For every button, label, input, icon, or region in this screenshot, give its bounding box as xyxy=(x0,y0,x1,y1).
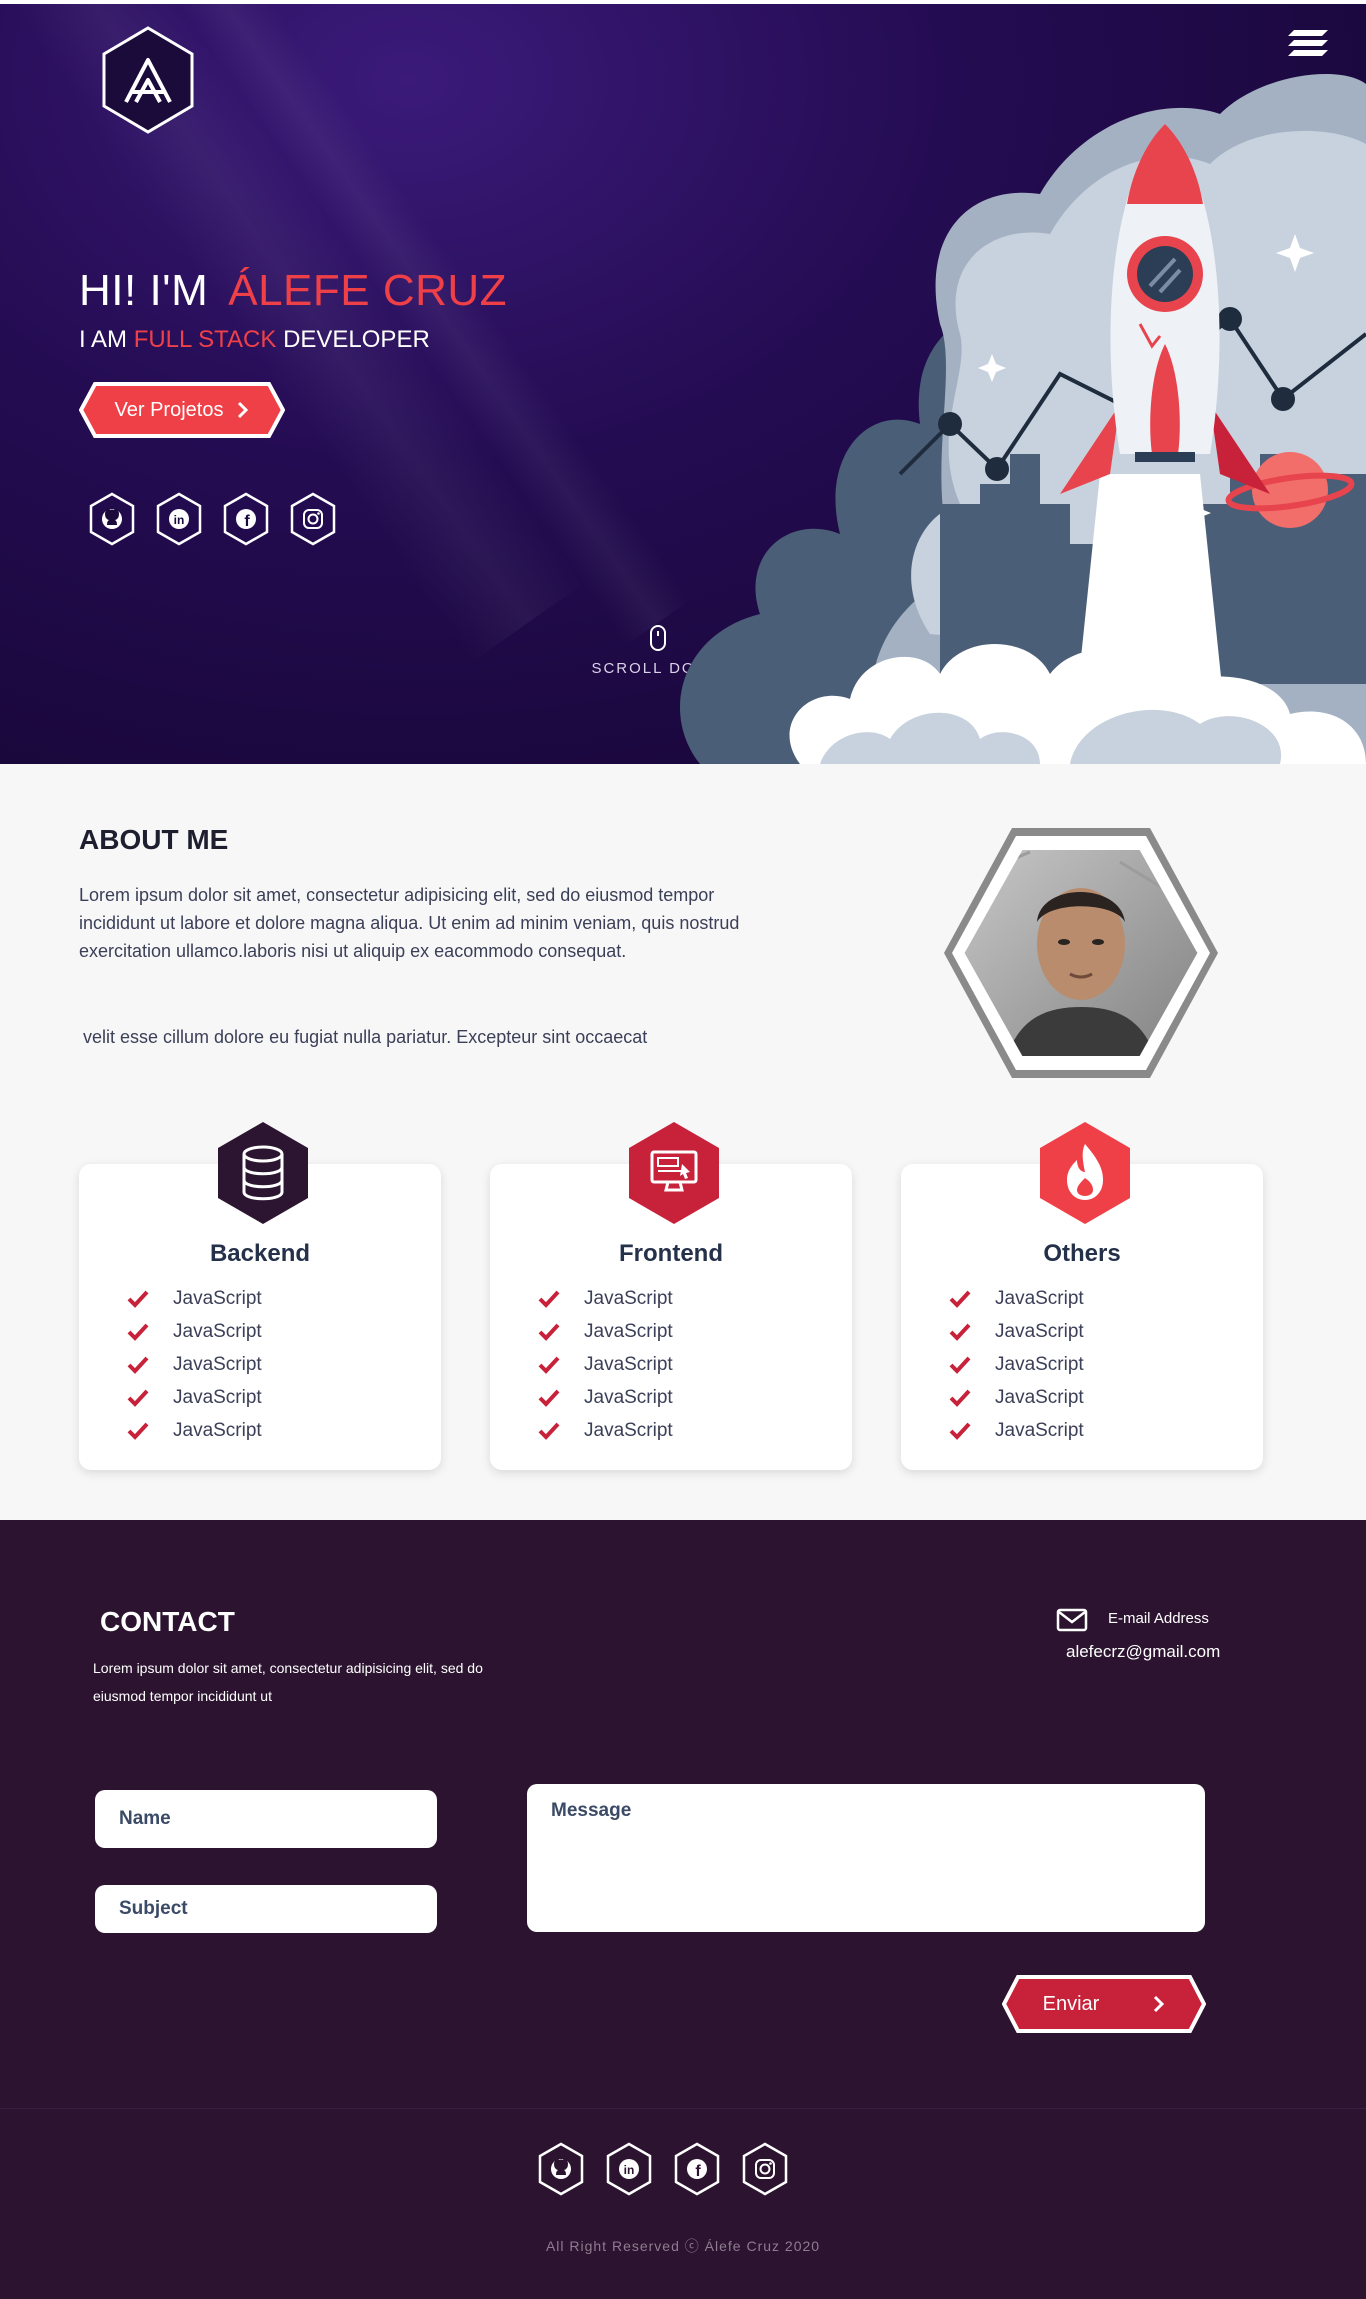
chevron-right-icon xyxy=(1154,1995,1165,2013)
linkedin-icon[interactable]: in xyxy=(605,2142,653,2196)
message-textarea[interactable] xyxy=(527,1784,1205,1932)
skill-item: JavaScript xyxy=(538,1381,673,1414)
send-button[interactable]: Enviar xyxy=(1002,1975,1206,2033)
check-icon xyxy=(538,1389,560,1407)
footer-divider xyxy=(0,2108,1366,2109)
skill-list: JavaScript JavaScript JavaScript JavaScr… xyxy=(127,1282,262,1447)
skill-list: JavaScript JavaScript JavaScript JavaScr… xyxy=(538,1282,673,1447)
social-links-hero: in f xyxy=(88,492,337,546)
skill-card-frontend: Frontend JavaScript JavaScript JavaScrip… xyxy=(490,1122,852,1470)
email-label: E-mail Address xyxy=(1108,1610,1209,1627)
hero-sub-suffix: DEVELOPER xyxy=(283,326,430,353)
instagram-icon[interactable] xyxy=(741,2142,789,2196)
skill-item: JavaScript xyxy=(127,1282,262,1315)
skill-item: JavaScript xyxy=(538,1282,673,1315)
svg-text:f: f xyxy=(695,2163,701,2180)
check-icon xyxy=(538,1356,560,1374)
check-icon xyxy=(949,1356,971,1374)
view-projects-button[interactable]: Ver Projetos xyxy=(79,382,285,438)
skill-item: JavaScript xyxy=(949,1348,1084,1381)
hero-greeting: HI! I'M xyxy=(79,266,209,315)
github-icon[interactable] xyxy=(537,2142,585,2196)
skill-card-backend: Backend JavaScript JavaScript JavaScript… xyxy=(79,1122,441,1470)
hero-name: ÁLEFE CRUZ xyxy=(228,266,508,315)
skill-item: JavaScript xyxy=(949,1282,1084,1315)
check-icon xyxy=(949,1422,971,1440)
about-paragraph-1: Lorem ipsum dolor sit amet, consectetur … xyxy=(79,885,740,961)
check-icon xyxy=(949,1389,971,1407)
check-icon xyxy=(538,1422,560,1440)
check-icon xyxy=(127,1356,149,1374)
skill-item: JavaScript xyxy=(949,1315,1084,1348)
contact-title: CONTACT xyxy=(100,1606,235,1637)
check-icon xyxy=(127,1290,149,1308)
monitor-icon xyxy=(629,1122,719,1224)
mail-icon xyxy=(1056,1608,1088,1632)
hero-section: HI! I'M ÁLEFE CRUZ I AM FULL STACK DEVELO… xyxy=(0,4,1366,764)
skill-item: JavaScript xyxy=(538,1315,673,1348)
skill-item: JavaScript xyxy=(538,1414,673,1447)
hero-subtitle: I AM FULL STACK DEVELOPER xyxy=(79,326,430,354)
check-icon xyxy=(127,1422,149,1440)
github-icon[interactable] xyxy=(88,492,136,546)
skill-item: JavaScript xyxy=(538,1348,673,1381)
about-paragraph-2: velit esse cillum dolore eu fugiat nulla… xyxy=(83,1027,648,1047)
svg-text:f: f xyxy=(244,513,250,530)
instagram-icon[interactable] xyxy=(289,492,337,546)
check-icon xyxy=(949,1323,971,1341)
fire-icon xyxy=(1040,1122,1130,1224)
view-projects-label: Ver Projetos xyxy=(114,398,224,421)
skill-item: JavaScript xyxy=(127,1414,262,1447)
skill-item: JavaScript xyxy=(949,1414,1084,1447)
subject-input[interactable] xyxy=(95,1885,437,1933)
profile-photo xyxy=(944,828,1218,1078)
social-links-footer: in f xyxy=(537,2142,789,2196)
hero-sub-accent: FULL STACK xyxy=(133,326,277,353)
check-icon xyxy=(538,1290,560,1308)
check-icon xyxy=(127,1389,149,1407)
send-label: Enviar xyxy=(1042,1992,1100,2015)
check-icon xyxy=(127,1323,149,1341)
check-icon xyxy=(949,1290,971,1308)
check-icon xyxy=(538,1323,560,1341)
facebook-icon[interactable]: f xyxy=(222,492,270,546)
skill-card-title: Backend xyxy=(209,1240,311,1267)
hero-sub-prefix: I AM xyxy=(79,326,128,353)
facebook-icon[interactable]: f xyxy=(673,2142,721,2196)
about-title: ABOUT ME xyxy=(79,824,229,855)
skill-card-title: Others xyxy=(1043,1240,1121,1267)
about-section: ABOUT ME Lorem ipsum dolor sit amet, con… xyxy=(0,764,1366,1520)
name-input[interactable] xyxy=(95,1790,437,1848)
svg-text:in: in xyxy=(174,513,185,527)
email-address[interactable]: alefecrz@gmail.com xyxy=(1066,1642,1220,1662)
chevron-right-icon xyxy=(238,401,249,419)
database-icon xyxy=(218,1122,308,1224)
skill-card-title: Frontend xyxy=(619,1240,723,1267)
skill-item: JavaScript xyxy=(127,1315,262,1348)
skill-item: JavaScript xyxy=(127,1348,262,1381)
skill-item: JavaScript xyxy=(949,1381,1084,1414)
rocket-illustration xyxy=(680,74,1366,764)
skill-item: JavaScript xyxy=(127,1381,262,1414)
svg-text:in: in xyxy=(624,2163,635,2177)
email-info: E-mail Address alefecrz@gmail.com xyxy=(1056,1608,1256,1661)
contact-description: Lorem ipsum dolor sit amet, consectetur … xyxy=(93,1660,483,1704)
linkedin-icon[interactable]: in xyxy=(155,492,203,546)
hamburger-menu-icon[interactable] xyxy=(1286,26,1330,60)
logo-icon[interactable] xyxy=(100,26,196,134)
skill-card-others: Others JavaScript JavaScript JavaScript … xyxy=(901,1122,1263,1470)
hero-title: HI! I'M ÁLEFE CRUZ xyxy=(79,266,507,316)
skill-list: JavaScript JavaScript JavaScript JavaScr… xyxy=(949,1282,1084,1447)
contact-section: CONTACT Lorem ipsum dolor sit amet, cons… xyxy=(0,1520,1366,2299)
copyright-text: All Right Reserved ⓒ Álefe Cruz 2020 xyxy=(545,2238,821,2254)
